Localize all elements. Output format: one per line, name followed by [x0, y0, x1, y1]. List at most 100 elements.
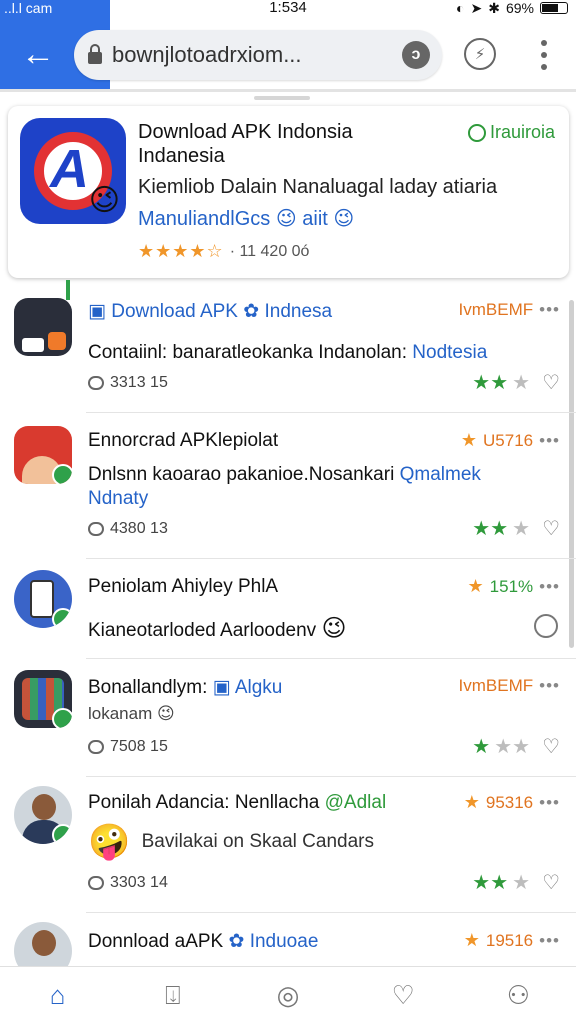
badge-label: Irauiroia — [489, 122, 555, 142]
heart-icon[interactable]: ♡ — [542, 370, 560, 395]
separator — [86, 912, 576, 913]
featured-app-card[interactable]: A 😉 Download APK Indonsia Indanesia Irau… — [8, 106, 569, 278]
toolbar-divider — [0, 89, 576, 92]
comment-icon — [88, 376, 104, 390]
alarm-icon: ◐ — [456, 0, 465, 16]
comment-count: 4380 13 — [88, 520, 168, 538]
lightning-icon: ⚡ — [474, 46, 486, 63]
item-body: Dnlsnn kaoarao pakanioe.Nosankari Qmalme… — [88, 464, 481, 485]
separator — [86, 776, 576, 777]
bluetooth-icon: ✱ — [488, 0, 500, 16]
separator — [86, 658, 576, 659]
comment-icon — [88, 740, 104, 754]
list-item[interactable]: Donnload aAPK ✿ Induoae ★ 19516 ••• — [0, 920, 576, 966]
item-meta: ★ 95316 ••• — [463, 792, 560, 813]
more-icon[interactable]: ••• — [539, 577, 560, 597]
badge-icon — [467, 123, 486, 142]
item-body-2: Ndnaty — [88, 488, 149, 509]
app-icon — [14, 670, 72, 728]
badge-icon: ✿ — [228, 931, 245, 952]
featured-app-icon: A 😉 — [20, 118, 126, 224]
emoji-a: 😉 — [275, 208, 297, 230]
browser-toolbar: ← bownjlotoadrxiom... ↄ ⚡ — [0, 18, 576, 90]
separator — [86, 412, 576, 413]
site-action-icon[interactable]: ↄ — [402, 41, 430, 69]
avatar — [14, 786, 72, 844]
item-meta: IvmBEMF ••• — [459, 300, 560, 320]
item-title: Bonallandlym: ▣ Algku — [88, 677, 283, 698]
star-icon: ★ — [460, 430, 478, 450]
status-icons: ◐ ➤ ✱ 69% — [456, 0, 568, 16]
more-icon[interactable]: ••• — [539, 300, 560, 320]
url-text: bownjlotoadrxiom... — [112, 42, 302, 67]
link-suffix: aiit — [302, 208, 328, 230]
bottom-nav: ⌂ ⍗ ◎ ♡ ⚇ — [0, 966, 576, 1024]
more-icon[interactable]: ••• — [539, 676, 560, 696]
list-item[interactable]: Ennorcrad APKlepiolat ★ U5716 ••• Dnlsnn… — [0, 426, 576, 556]
lightning-button[interactable]: ⚡ — [464, 38, 496, 70]
more-icon[interactable]: ••• — [539, 931, 560, 951]
item-rating: ★★ ★ ♡ — [472, 516, 560, 541]
featured-rating: ★★★★☆ · 11 420 0ó — [138, 241, 309, 262]
comment-icon — [88, 876, 104, 890]
item-body: Contaiinl: banaratleokanka Indanolan: No… — [88, 342, 488, 363]
more-icon[interactable]: ••• — [539, 431, 560, 451]
item-title: Peniolam Ahiyley PhlA — [88, 576, 279, 597]
home-icon[interactable]: ⌂ — [38, 976, 78, 1016]
featured-link[interactable]: ManuliandlGcs 😉 aiit 😉 — [138, 206, 354, 231]
comment-count: 7508 15 — [88, 738, 168, 756]
heart-icon[interactable]: ♡ — [542, 870, 560, 895]
star-icon: ★ — [463, 792, 480, 812]
heart-icon[interactable]: ♡ — [542, 516, 560, 541]
more-icon[interactable]: ••• — [539, 793, 560, 813]
item-rating: ★★ ★ ♡ — [472, 370, 560, 395]
star-icon: ★ — [463, 930, 480, 950]
wink-emoji-icon: 😉 — [88, 184, 120, 217]
item-meta: ★ 151% ••• — [467, 576, 560, 597]
title-blue: Download APK — [111, 301, 238, 322]
back-button[interactable]: ← — [16, 32, 60, 76]
refresh-icon[interactable] — [534, 614, 558, 638]
status-bar: ..l.l cam 1:534 ◐ ➤ ✱ 69% — [0, 0, 576, 18]
link-text: ManuliandlGcs — [138, 208, 271, 230]
app-icon — [14, 298, 72, 356]
app-icon — [14, 570, 72, 628]
back-arrow-icon: ← — [21, 34, 55, 73]
item-title: ▣ Download APK ✿ Indnesa — [88, 300, 332, 323]
list-item[interactable]: ▣ Download APK ✿ Indnesa IvmBEMF ••• Con… — [0, 292, 576, 412]
avatar — [14, 922, 72, 966]
overflow-menu-button[interactable] — [534, 40, 554, 70]
badge-icon: ▣ — [212, 677, 231, 698]
lock-icon — [88, 44, 102, 64]
location-icon: ➤ — [470, 0, 483, 16]
separator — [86, 558, 576, 559]
comment-count: 3303 14 — [88, 874, 168, 892]
featured-description: Kiemliob Dalain Nanaluagal laday atiaria — [138, 176, 498, 198]
comment-count: 3313 15 — [88, 374, 168, 392]
downloads-icon[interactable]: ⍗ — [153, 976, 193, 1016]
profile-icon[interactable]: ⚇ — [498, 976, 538, 1016]
battery-icon — [540, 2, 568, 14]
item-title: Donnload aAPK ✿ Induoae — [88, 931, 319, 952]
item-body: Kianeotarloded Aarloodenv 😉 — [88, 615, 347, 642]
item-meta: ★ 19516 ••• — [463, 930, 560, 951]
rating-stars: ★★★★☆ — [138, 241, 224, 261]
drag-handle[interactable] — [254, 96, 310, 100]
item-rating: ★ ★★ ♡ — [472, 734, 560, 759]
list-item[interactable]: Ponilah Adancia: Nenllacha @Adlal ★ 9531… — [0, 784, 576, 910]
download-icon: ▣ — [88, 301, 106, 322]
discover-icon[interactable]: ◎ — [268, 976, 308, 1016]
item-meta: ★ U5716 ••• — [460, 430, 560, 451]
address-bar[interactable]: bownjlotoadrxiom... ↄ — [74, 30, 442, 80]
list-item[interactable]: Peniolam Ahiyley PhlA ★ 151% ••• Kianeot… — [0, 568, 576, 658]
item-rating: ★★ ★ ♡ — [472, 870, 560, 895]
meta-label: IvmBEMF — [458, 300, 534, 319]
heart-icon[interactable]: ♡ — [542, 734, 560, 759]
favorites-icon[interactable]: ♡ — [383, 976, 423, 1016]
app-icon — [14, 426, 72, 484]
comment-icon — [88, 522, 104, 536]
featured-title: Download APK Indonsia Indanesia — [138, 121, 353, 167]
item-body: 🤪 Bavilakai on Skaal Candars — [88, 823, 374, 861]
list-item[interactable]: Bonallandlym: ▣ Algku IvmBEMF ••• lokana… — [0, 668, 576, 776]
battery-percent: 69% — [505, 0, 534, 16]
